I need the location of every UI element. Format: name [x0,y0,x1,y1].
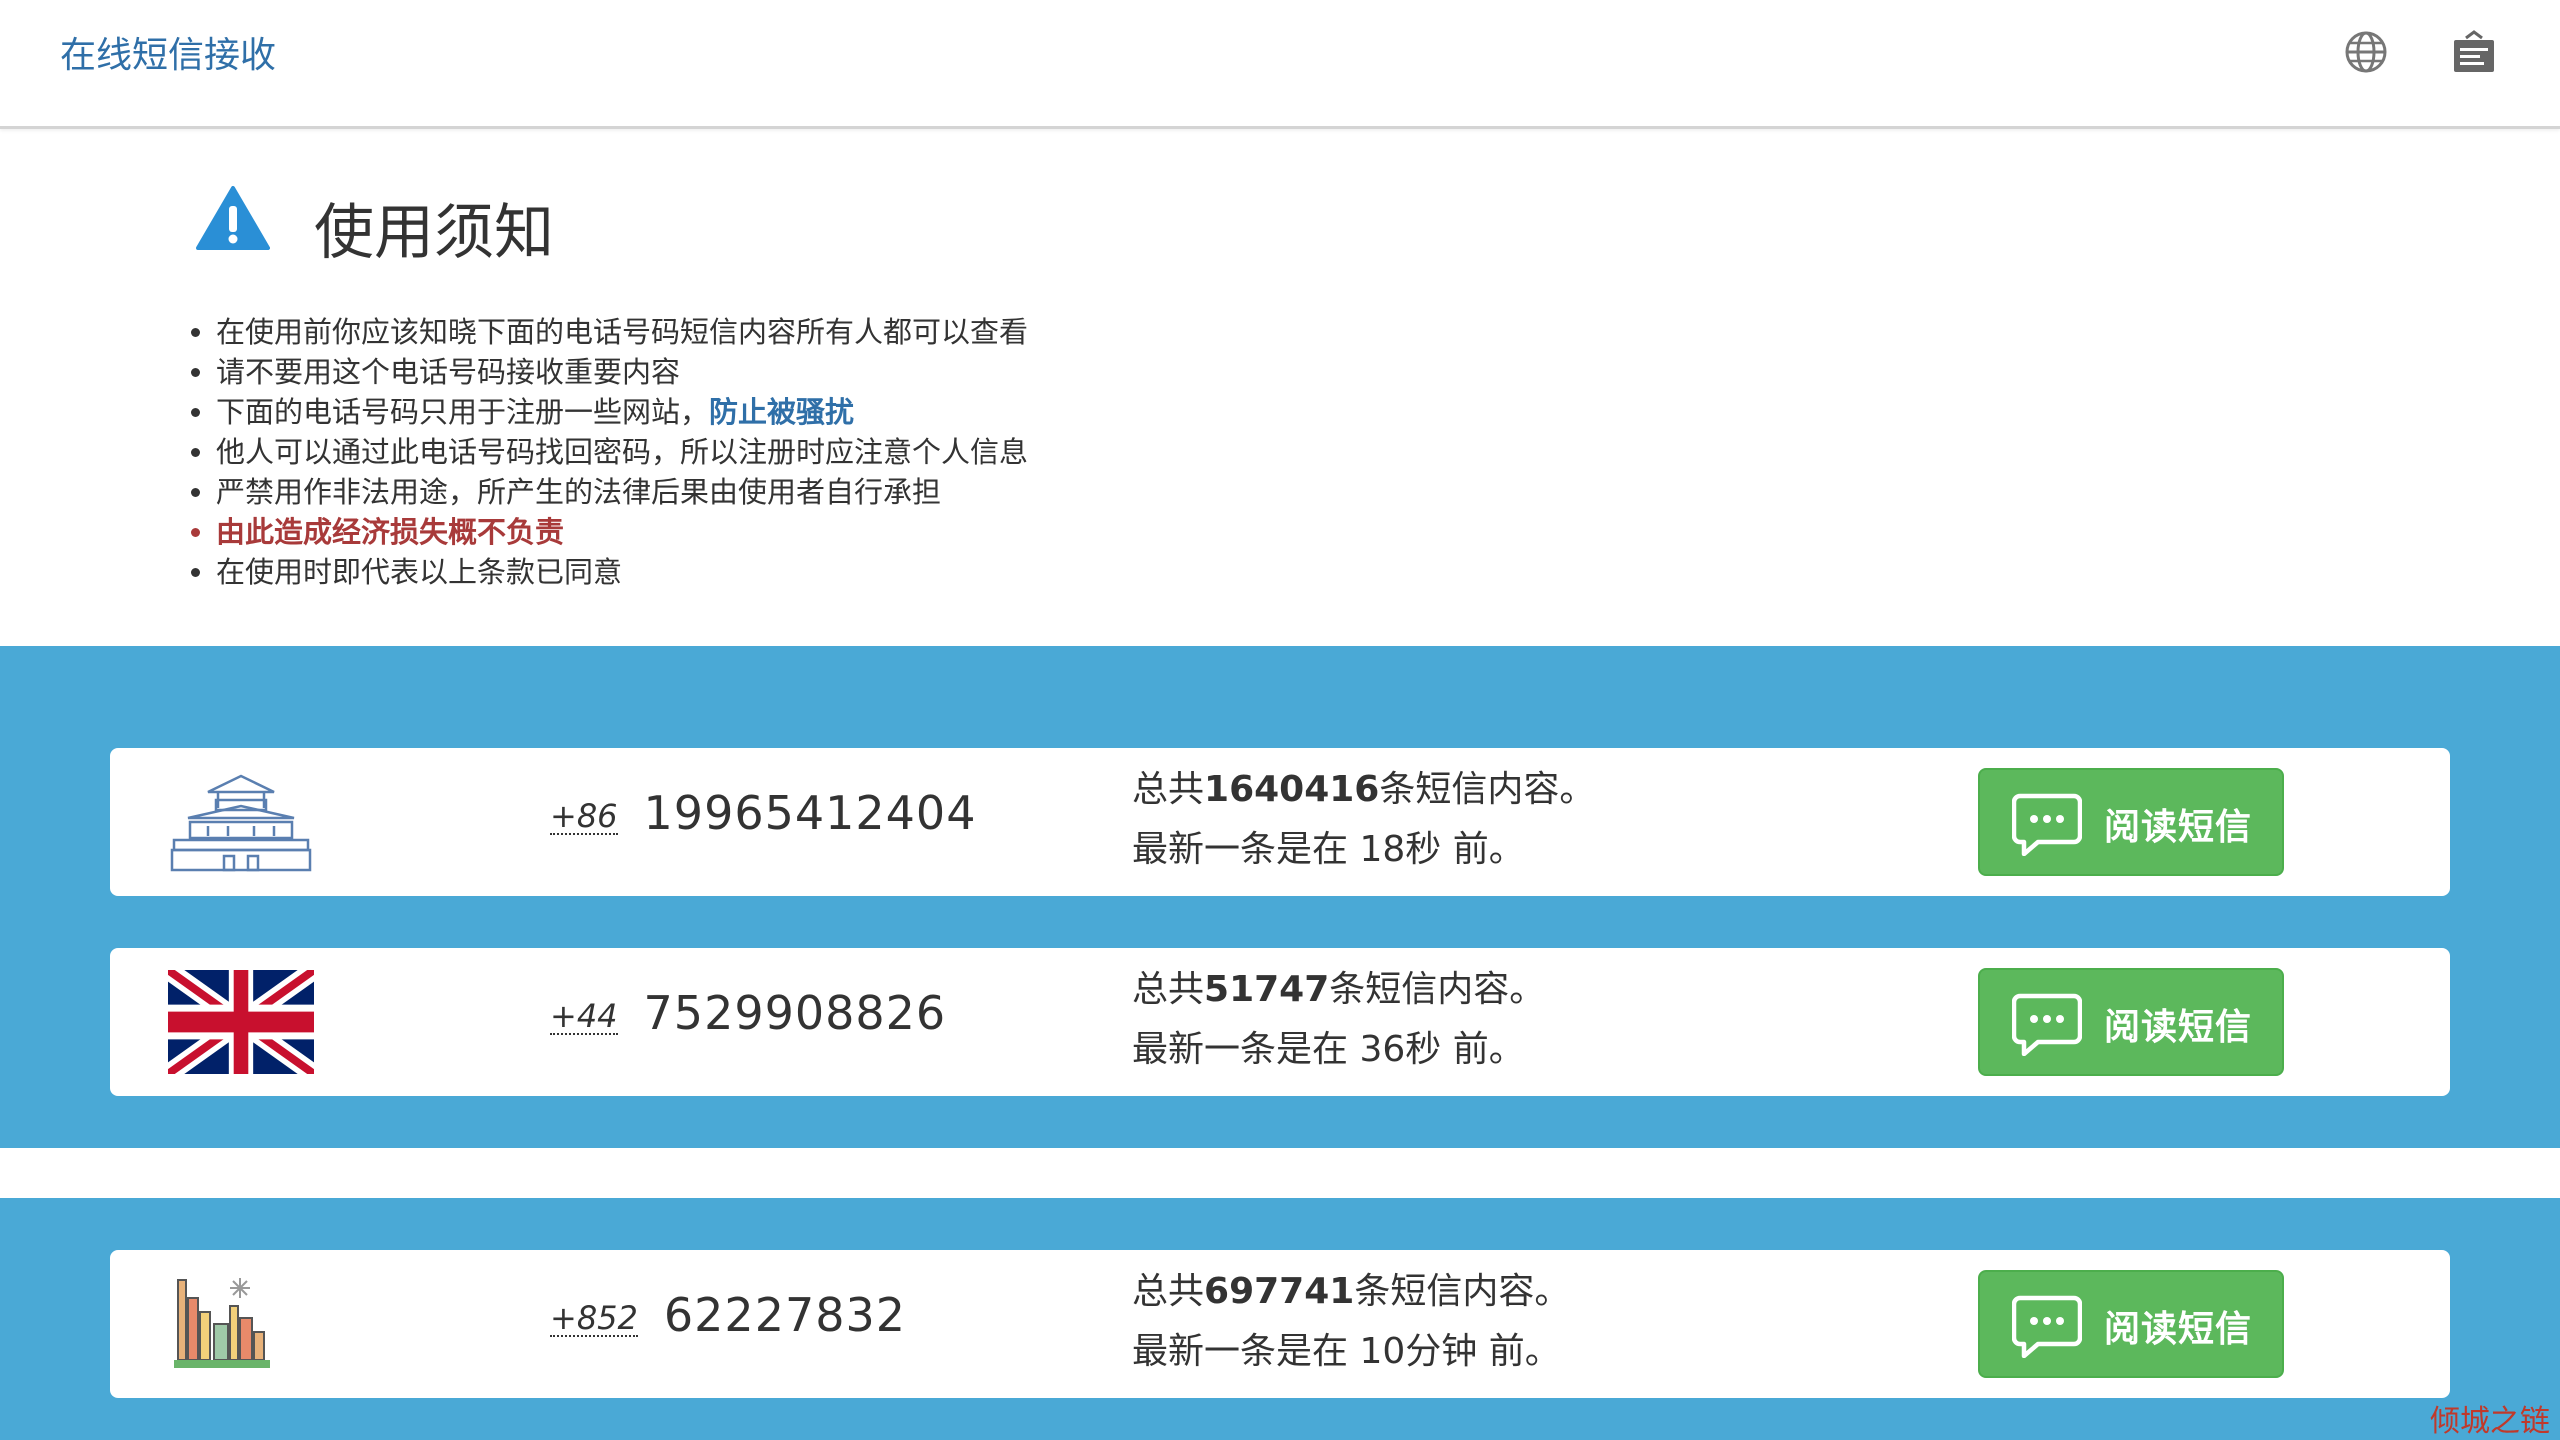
phone-digits[interactable]: 62227832 [664,1288,906,1342]
sms-total-line: 总共697741条短信内容。 [1132,1262,1570,1322]
country-code: +44 [550,991,618,1035]
hongkong-skyline-icon [168,1272,314,1376]
globe-icon[interactable] [2342,28,2390,76]
total-suffix: 条短信内容。 [1354,1271,1571,1312]
chat-bubble-icon [2011,792,2083,857]
sms-total-count: 697741 [1204,1271,1355,1312]
notice-item: 请不要用这个电话号码接收重要内容 [216,352,1028,392]
read-sms-label: 阅读短信 [2104,1007,2253,1048]
phone-number: +44 7529908826 [550,986,946,1040]
phone-digits[interactable]: 7529908826 [644,986,947,1040]
phone-digits[interactable]: 19965412404 [644,786,977,840]
sms-latest: 最新一条是在 36秒 前。 [1132,1029,1525,1070]
top-navbar: 在线短信接收 [0,0,2560,129]
phone-number: +86 19965412404 [550,786,976,840]
sms-total-count: 1640416 [1204,769,1380,810]
phone-number: +852 62227832 [550,1288,906,1342]
watermark: 倾城之链 [2430,1404,2550,1439]
chat-bubble-icon [2011,992,2083,1057]
total-prefix: 总共 [1132,1271,1205,1312]
sms-info: 总共697741条短信内容。 最新一条是在 10分钟 前。 [1132,1262,1570,1382]
site-brand-link[interactable]: 在线短信接收 [60,26,276,78]
sms-total-line: 总共1640416条短信内容。 [1132,760,1595,820]
notice-item: 在使用时即代表以上条款已同意 [216,552,1028,592]
total-prefix: 总共 [1132,969,1205,1010]
notice-item: 他人可以通过此电话号码找回密码，所以注册时应注意个人信息 [216,432,1028,472]
sms-total-line: 总共51747条短信内容。 [1132,960,1545,1020]
newspaper-icon[interactable] [2450,28,2498,76]
china-palace-icon [168,770,314,874]
read-sms-button[interactable]: 阅读短信 [1978,768,2284,876]
sms-info: 总共51747条短信内容。 最新一条是在 36秒 前。 [1132,960,1545,1080]
country-code: +852 [550,1293,638,1337]
country-code: +86 [550,791,618,835]
total-suffix: 条短信内容。 [1379,769,1596,810]
notice-highlight-link[interactable]: 防止被骚扰 [709,395,854,429]
chat-bubble-icon [2011,1294,2083,1359]
read-sms-label: 阅读短信 [2104,1309,2253,1350]
total-prefix: 总共 [1132,769,1205,810]
notice-item-warning: 由此造成经济损失概不负责 [216,512,1028,552]
read-sms-label: 阅读短信 [2104,807,2253,848]
numbers-section: +852 62227832 总共697741条短信内容。 最新一条是在 10分钟 … [0,1198,2560,1440]
uk-flag-icon [168,970,314,1074]
sms-info: 总共1640416条短信内容。 最新一条是在 18秒 前。 [1132,760,1595,880]
read-sms-button[interactable]: 阅读短信 [1978,968,2284,1076]
notice-item: 严禁用作非法用途，所产生的法律后果由使用者自行承担 [216,472,1028,512]
number-card: +86 19965412404 总共1640416条短信内容。 最新一条是在 18… [110,748,2450,896]
notice-title: 使用须知 [314,198,554,268]
notice-item-text: 下面的电话号码只用于注册一些网站， [216,395,710,429]
read-sms-button[interactable]: 阅读短信 [1978,1270,2284,1378]
sms-latest: 最新一条是在 18秒 前。 [1132,829,1525,870]
notice-item: 在使用前你应该知晓下面的电话号码短信内容所有人都可以查看 [216,312,1028,352]
numbers-section: +86 19965412404 总共1640416条短信内容。 最新一条是在 18… [0,646,2560,1148]
number-card: +44 7529908826 总共51747条短信内容。 最新一条是在 36秒 前… [110,948,2450,1096]
notice-item: 下面的电话号码只用于注册一些网站，防止被骚扰 [216,392,1028,432]
notice-list: 在使用前你应该知晓下面的电话号码短信内容所有人都可以查看 请不要用这个电话号码接… [180,312,1028,592]
total-suffix: 条短信内容。 [1329,969,1546,1010]
sms-total-count: 51747 [1204,969,1330,1010]
sms-latest: 最新一条是在 10分钟 前。 [1132,1331,1561,1372]
number-card: +852 62227832 总共697741条短信内容。 最新一条是在 10分钟 … [110,1250,2450,1398]
warning-icon [196,186,270,250]
